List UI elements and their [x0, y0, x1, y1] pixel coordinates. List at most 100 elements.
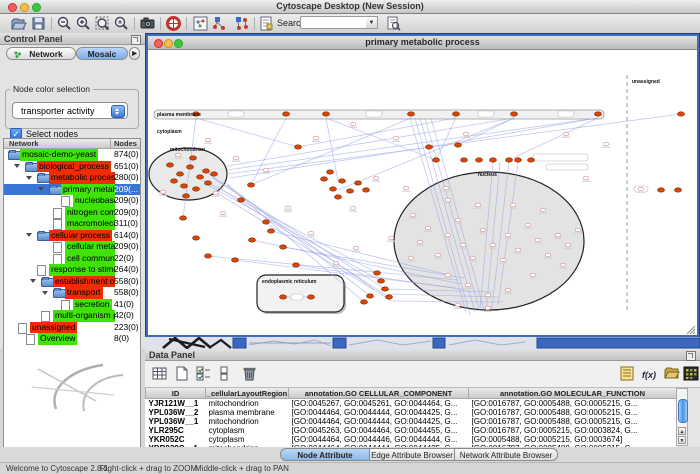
- node-selected-orange[interactable]: [476, 158, 483, 162]
- table-cell[interactable]: YPL036W__2: [146, 408, 206, 417]
- table-cell[interactable]: [GO:0044464, GO:0044446, GO:0044444, G..…: [289, 435, 469, 444]
- node[interactable]: [560, 263, 566, 267]
- node[interactable]: [463, 132, 469, 136]
- node-selected-orange[interactable]: [455, 143, 462, 147]
- node-selected-orange[interactable]: [382, 287, 389, 291]
- node[interactable]: [455, 218, 461, 222]
- node-selected-orange[interactable]: [378, 279, 385, 283]
- node[interactable]: [213, 191, 219, 195]
- node-selected-orange[interactable]: [490, 158, 497, 162]
- birds-eye-window-button[interactable]: [192, 15, 209, 32]
- node-selected-orange[interactable]: [203, 169, 210, 173]
- node[interactable]: [403, 186, 409, 190]
- table-cell[interactable]: [GO:0044464, GO:0044444, GO:0044425, G..…: [289, 408, 469, 417]
- table-cell[interactable]: [GO:0016787, GO:0005488, GO:0005215, G..…: [469, 417, 677, 426]
- node-selected-orange[interactable]: [205, 181, 212, 185]
- network-view-window[interactable]: primary metabolic process plasma membran…: [146, 34, 699, 337]
- node-selected-orange[interactable]: [506, 158, 513, 162]
- node-selected-orange[interactable]: [190, 156, 197, 160]
- table-row[interactable]: YJR121W__1mitochondrion[GO:0045267, GO:0…: [146, 399, 677, 409]
- node[interactable]: [555, 233, 561, 237]
- node-selected-orange[interactable]: [511, 112, 518, 116]
- node-selected-orange[interactable]: [280, 295, 287, 299]
- table-cell[interactable]: mitochondrion: [206, 417, 289, 426]
- tab-network-attribute-browser[interactable]: Network Attribute Browser: [454, 448, 558, 461]
- zoom-out-button[interactable]: [56, 15, 73, 32]
- node-selected-orange[interactable]: [658, 188, 665, 192]
- node-selected-orange[interactable]: [355, 181, 362, 185]
- table-cell[interactable]: [GO:0045267, GO:0045261, GO:0044464, G..…: [289, 399, 469, 409]
- data-panel-header[interactable]: Data Panel: [145, 349, 700, 361]
- node-selected-orange[interactable]: [339, 179, 346, 183]
- new-attribute-button[interactable]: [173, 365, 190, 382]
- node[interactable]: [308, 231, 314, 235]
- node[interactable]: [563, 132, 569, 136]
- control-panel-header[interactable]: Control Panel: [0, 33, 145, 45]
- node[interactable]: [530, 273, 536, 277]
- table-row[interactable]: YLR295Ccytoplasm[GO:0045263, GO:0044464,…: [146, 426, 677, 435]
- node[interactable]: [485, 306, 491, 310]
- tree-row-nitrogen-compo[interactable]: nitrogen compo209(0): [4, 207, 140, 219]
- node-selected-orange[interactable]: [268, 229, 275, 233]
- snapshot-button[interactable]: [139, 15, 156, 32]
- tab-edge-attribute-browser[interactable]: Edge Attribute Browser: [369, 448, 455, 461]
- tree-row-biological-process[interactable]: biological_process651(0): [4, 161, 140, 173]
- tree-row-unassigned[interactable]: unassigned223(0): [4, 322, 140, 334]
- node-selected-orange[interactable]: [180, 216, 187, 220]
- node-selected-orange[interactable]: [675, 188, 682, 192]
- node[interactable]: [417, 240, 423, 244]
- table-cell[interactable]: [GO:0045263, GO:0044464, GO:0044455, G..…: [289, 426, 469, 435]
- table-cell[interactable]: YKR052C: [146, 435, 206, 444]
- unselect-attributes-button[interactable]: [217, 365, 234, 382]
- node[interactable]: [490, 243, 496, 247]
- node[interactable]: [445, 233, 451, 237]
- node-selected-orange[interactable]: [183, 194, 190, 198]
- table-cell[interactable]: YJR121W__1: [146, 399, 206, 409]
- node[interactable]: [445, 273, 451, 277]
- tree-row-cellular-process[interactable]: cellular process614(0): [4, 230, 140, 242]
- column-header[interactable]: ID: [146, 388, 206, 399]
- node[interactable]: [393, 136, 399, 140]
- node[interactable]: [535, 238, 541, 242]
- node[interactable]: [515, 248, 521, 252]
- scroll-up-button[interactable]: ▲: [678, 427, 686, 435]
- node-selected-orange[interactable]: [181, 184, 188, 188]
- node-selected-orange[interactable]: [211, 172, 218, 176]
- node[interactable]: [565, 243, 571, 247]
- node[interactable]: [333, 261, 339, 265]
- attribute-list-button[interactable]: [619, 365, 636, 382]
- table-row[interactable]: YKR052Ccytoplasm[GO:0044464, GO:0044446,…: [146, 435, 677, 444]
- node-selected-orange[interactable]: [528, 158, 535, 162]
- tree-row-macromolecule[interactable]: macromolecule311(0): [4, 218, 140, 230]
- node-selected-orange[interactable]: [426, 145, 433, 149]
- node-selected-orange[interactable]: [335, 195, 342, 199]
- float-panel-icon[interactable]: [686, 351, 696, 361]
- node-selected-orange[interactable]: [295, 145, 302, 149]
- node-color-dropdown[interactable]: transporter activity: [12, 102, 128, 119]
- node-selected-orange[interactable]: [171, 179, 178, 183]
- table-row[interactable]: YPL036W__1mitochondrion[GO:0044464, GO:0…: [146, 417, 677, 426]
- select-attributes-button[interactable]: [195, 365, 212, 382]
- table-cell[interactable]: [GO:0044464, GO:0044444, GO:0044425, G..…: [289, 417, 469, 426]
- table-cell[interactable]: mitochondrion: [206, 399, 289, 409]
- node-selected-orange[interactable]: [678, 112, 685, 116]
- node[interactable]: [455, 303, 461, 307]
- node-selected-orange[interactable]: [386, 295, 393, 299]
- attribute-table-button[interactable]: [151, 365, 168, 382]
- node[interactable]: [285, 206, 291, 210]
- node[interactable]: [485, 293, 491, 297]
- node[interactable]: [470, 256, 476, 260]
- node-selected-orange[interactable]: [249, 238, 256, 242]
- node[interactable]: [505, 288, 511, 292]
- help-button[interactable]: [165, 15, 182, 32]
- node-selected-orange[interactable]: [515, 158, 522, 162]
- node[interactable]: [465, 283, 471, 287]
- search-dropdown-button[interactable]: ▼: [366, 16, 378, 29]
- layout-tool-1-button[interactable]: [211, 15, 228, 32]
- table-row[interactable]: YPL036W__2plasma membrane[GO:0044464, GO…: [146, 408, 677, 417]
- node[interactable]: [160, 190, 166, 194]
- node-selected-orange[interactable]: [323, 112, 330, 116]
- node[interactable]: [443, 186, 449, 190]
- node-selected-orange[interactable]: [283, 112, 290, 116]
- node-selected-orange[interactable]: [187, 165, 194, 169]
